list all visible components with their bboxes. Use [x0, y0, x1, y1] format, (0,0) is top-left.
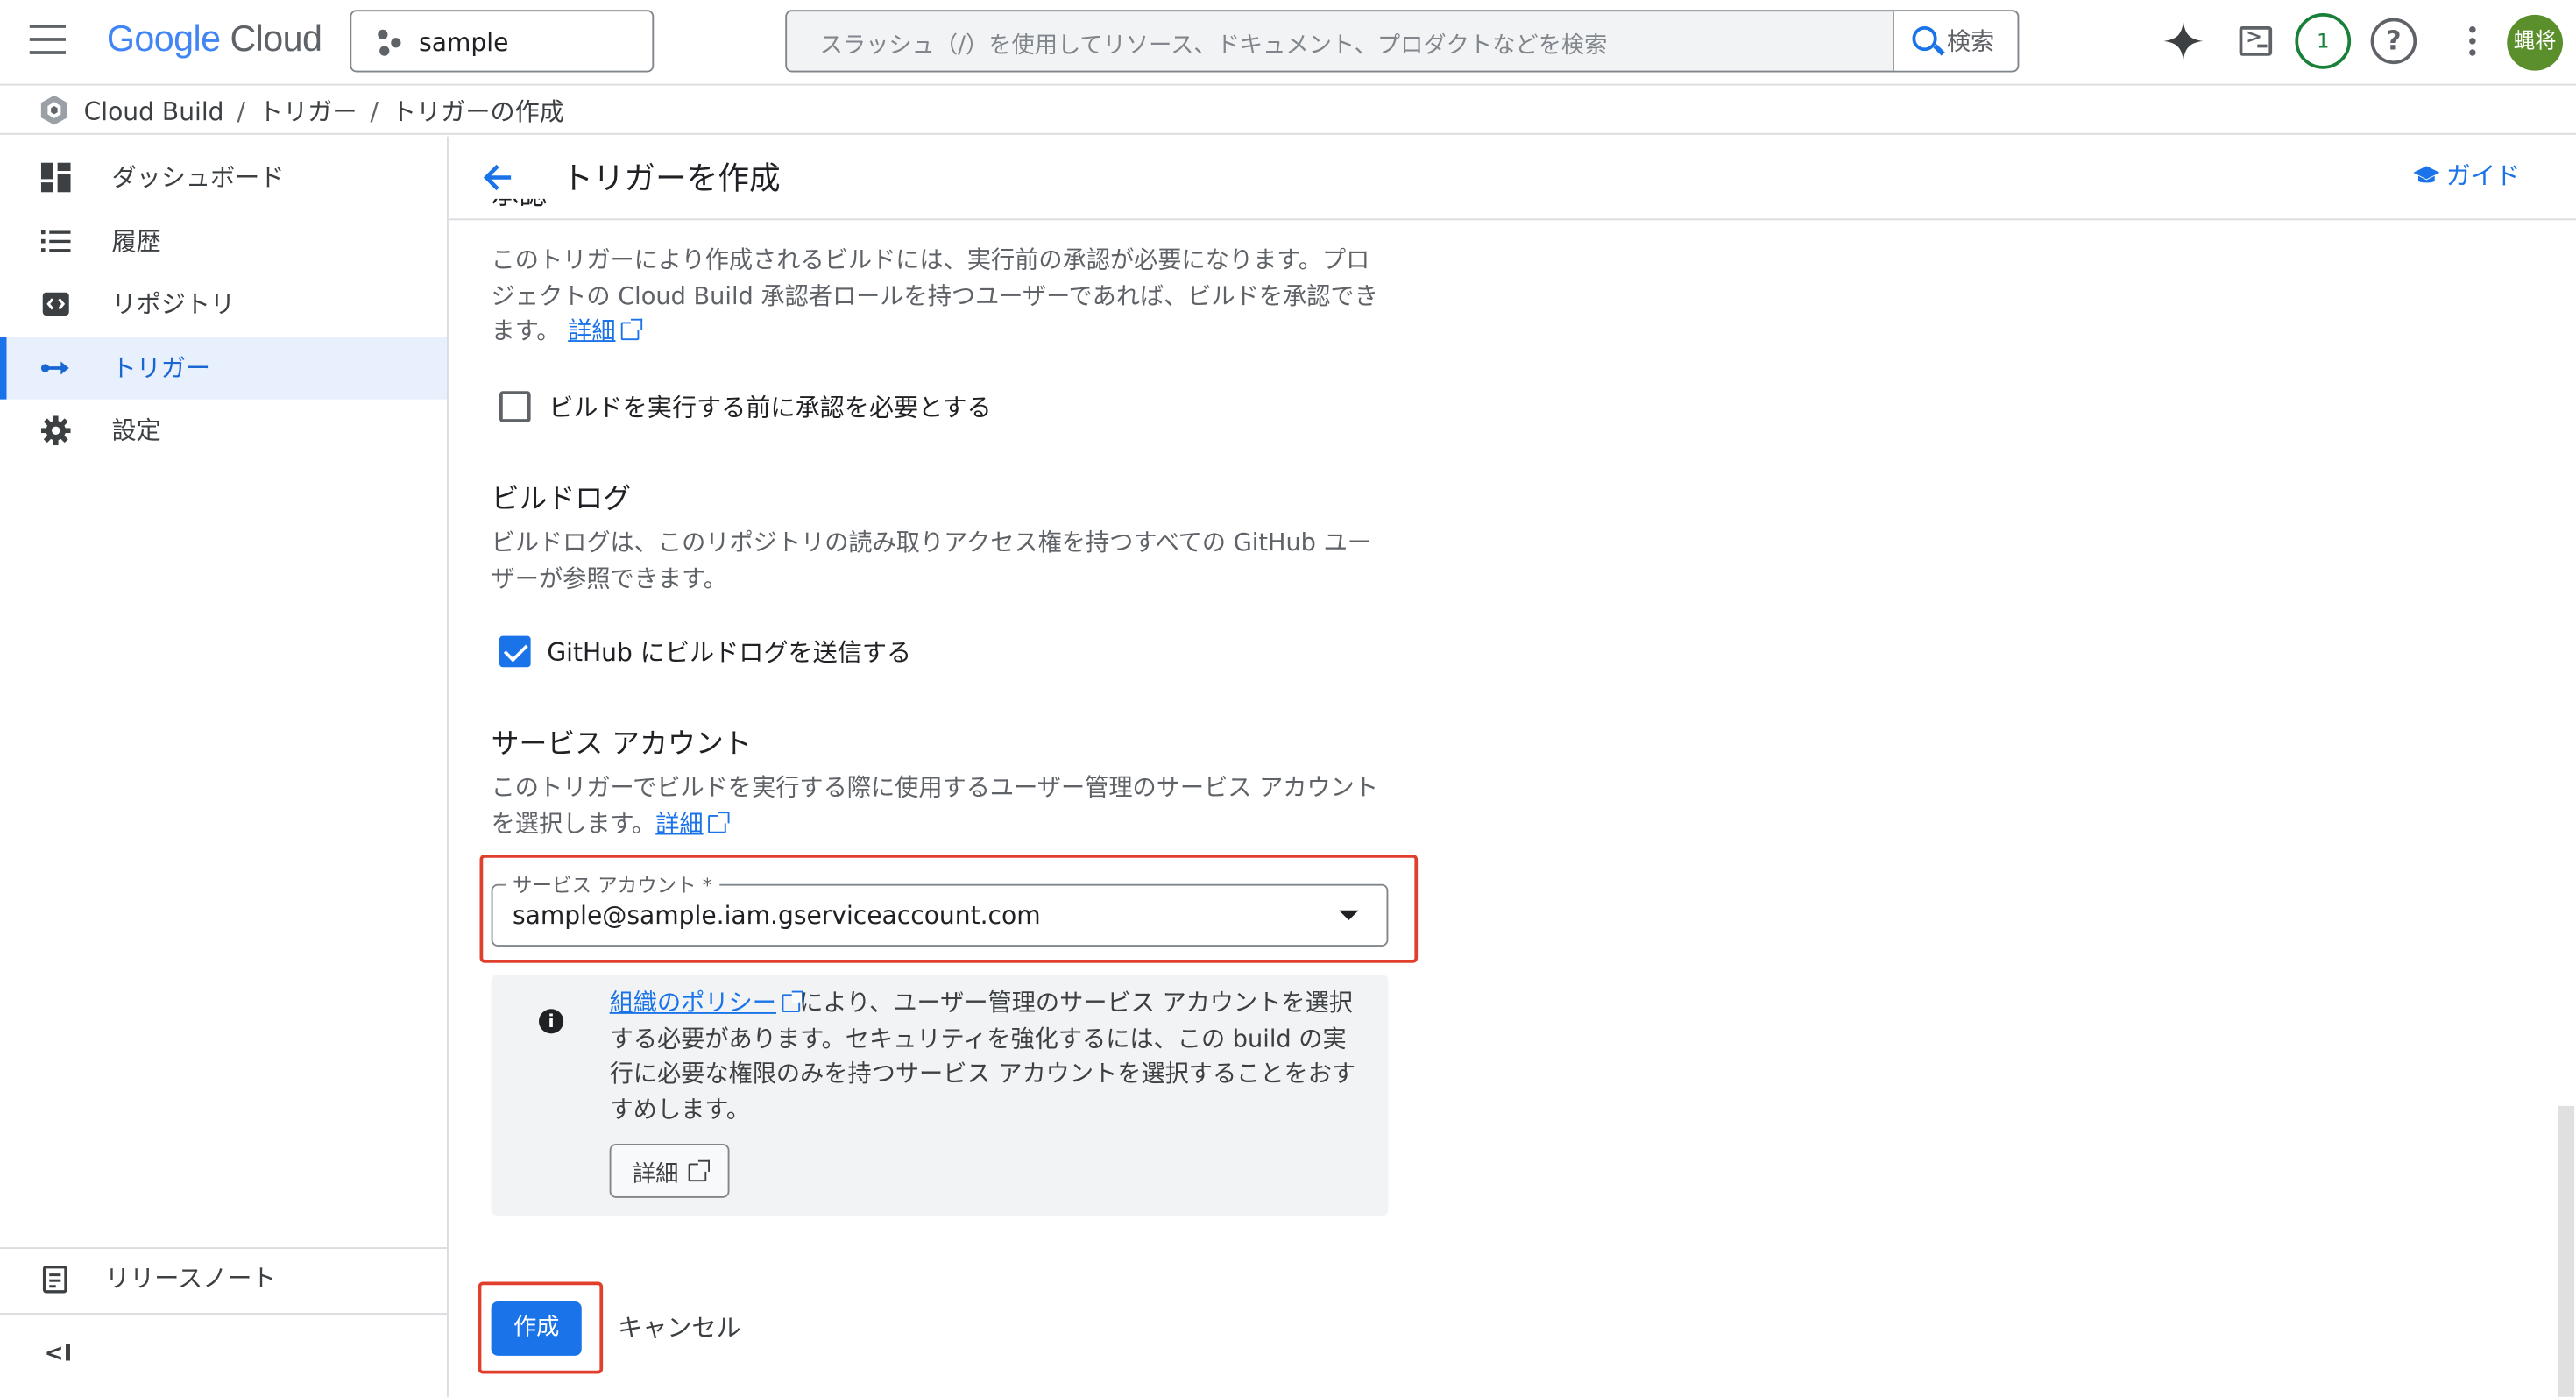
- approval-heading: 承認: [492, 199, 548, 222]
- logo-cloud-text: Cloud: [230, 18, 322, 60]
- service-account-description: このトリガーでビルドを実行する際に使用するユーザー管理のサービス アカウントを選…: [491, 776, 1379, 838]
- guide-label: ガイド: [2445, 160, 2521, 191]
- trigger-icon: [40, 353, 71, 383]
- help-icon[interactable]: ?: [2370, 18, 2417, 65]
- project-picker[interactable]: sample: [350, 10, 655, 73]
- build-log-checkbox[interactable]: [499, 635, 531, 668]
- sidebar-item-dashboard[interactable]: ダッシュボード: [0, 146, 447, 209]
- repository-icon: [41, 289, 71, 319]
- more-options-icon[interactable]: [2448, 17, 2497, 66]
- sidebar-item-label: 設定: [111, 415, 161, 446]
- top-bar: Google Cloud sample スラッシュ（/）を使用してリソース、ドキ…: [0, 0, 2576, 86]
- back-arrow-icon[interactable]: [480, 160, 516, 195]
- main-content: トリガーを作成 ガイド 承認 このトリガーにより作成されるビルドには、実行前の承…: [448, 137, 2576, 1397]
- dashboard-icon: [40, 162, 71, 193]
- list-icon: [40, 227, 71, 257]
- sidebar-item-release-notes[interactable]: リリースノート: [0, 1247, 447, 1309]
- search-button[interactable]: 検索: [1893, 11, 2018, 71]
- project-icon: [378, 29, 404, 56]
- guide-link[interactable]: ガイド: [2413, 158, 2520, 192]
- collapse-icon: <I: [44, 1341, 73, 1367]
- gear-icon: [40, 415, 71, 446]
- info-callout: i 組織のポリシー により、ユーザー管理のサービス アカウントを選択する必要があり…: [491, 974, 1389, 1216]
- external-link-icon: [708, 811, 730, 833]
- search-bar[interactable]: スラッシュ（/）を使用してリソース、ドキュメント、プロダクトなどを検索 検索: [785, 10, 2020, 73]
- page-header: トリガーを作成 ガイド: [448, 137, 2576, 221]
- breadcrumb-item-triggers[interactable]: トリガー: [258, 97, 357, 127]
- cancel-button[interactable]: キャンセル: [618, 1309, 741, 1344]
- search-icon: [1912, 26, 1937, 52]
- build-log-checkbox-label: GitHub にビルドログを送信する: [547, 637, 912, 668]
- external-link-icon: [781, 990, 803, 1012]
- page-title: トリガーを作成: [562, 160, 781, 197]
- google-cloud-logo[interactable]: Google Cloud: [107, 18, 322, 61]
- build-log-description: ビルドログは、このリポジトリの読み取りアクセス権を持つすべての GitHub ユ…: [491, 530, 1371, 592]
- approval-description: このトリガーにより作成されるビルドには、実行前の承認が必要になります。プロジェク…: [491, 248, 1378, 345]
- approval-checkbox-label: ビルドを実行する前に承認を必要とする: [548, 393, 992, 422]
- breadcrumb-item-create-trigger: トリガーの作成: [392, 96, 564, 127]
- info-details-button[interactable]: 詳細: [609, 1144, 730, 1198]
- build-log-heading: ビルドログ: [491, 483, 631, 516]
- sidebar-item-label: ダッシュボード: [111, 162, 285, 193]
- school-icon: [2413, 163, 2440, 183]
- sidebar-item-label: リポジトリ: [111, 289, 236, 319]
- approval-details-link[interactable]: 詳細: [568, 319, 615, 345]
- menu-icon[interactable]: [29, 25, 66, 58]
- external-link-icon: [620, 318, 642, 341]
- project-name: sample: [419, 27, 509, 58]
- service-account-select[interactable]: サービス アカウント * sample@sample.iam.gservicea…: [491, 870, 1389, 947]
- approval-checkbox[interactable]: [499, 391, 531, 422]
- service-account-field-label: サービス アカウント *: [506, 870, 719, 899]
- service-account-heading: サービス アカウント: [491, 727, 752, 762]
- sidebar-item-settings[interactable]: 設定: [0, 400, 447, 462]
- avatar[interactable]: 蝿将: [2507, 14, 2563, 71]
- sidebar-item-label: リリースノート: [105, 1263, 277, 1294]
- sidebar-item-history[interactable]: 履歴: [0, 210, 447, 273]
- service-account-details-link[interactable]: 詳細: [655, 811, 703, 837]
- sidebar-item-label: トリガー: [111, 353, 211, 383]
- scrollbar[interactable]: [2558, 1105, 2575, 1397]
- breadcrumb-separator: /: [370, 96, 379, 127]
- gemini-sparkle-icon[interactable]: [2159, 17, 2208, 66]
- external-link-icon: [688, 1159, 710, 1182]
- breadcrumb-separator: /: [237, 96, 246, 127]
- info-text: 組織のポリシー により、ユーザー管理のサービス アカウントを選択する必要があります…: [609, 990, 1356, 1124]
- service-account-value: sample@sample.iam.gserviceaccount.com: [513, 900, 1041, 931]
- notification-badge[interactable]: 1: [2295, 13, 2352, 69]
- info-icon: i: [539, 1009, 564, 1034]
- breadcrumb: Cloud Build / トリガー / トリガーの作成: [0, 86, 2576, 135]
- sidebar: ダッシュボード 履歴 リポジトリ トリガー 設定 リリースノート <I: [0, 136, 449, 1397]
- sidebar-item-label: 履歴: [111, 226, 161, 257]
- sidebar-item-repositories[interactable]: リポジトリ: [0, 273, 447, 335]
- cloud-shell-icon[interactable]: [2231, 17, 2280, 66]
- cloud-build-icon: [38, 94, 71, 127]
- dropdown-arrow-icon: [1339, 910, 1359, 920]
- sidebar-divider: [0, 1313, 447, 1315]
- breadcrumb-item-cloud-build[interactable]: Cloud Build: [84, 97, 224, 127]
- org-policy-link[interactable]: 組織のポリシー: [610, 991, 776, 1018]
- collapse-sidebar-button[interactable]: <I: [0, 1326, 447, 1388]
- search-input[interactable]: スラッシュ（/）を使用してリソース、ドキュメント、プロダクトなどを検索: [820, 28, 1608, 61]
- create-button[interactable]: 作成: [491, 1301, 582, 1356]
- release-notes-icon: [41, 1264, 71, 1294]
- info-details-label: 詳細: [632, 1161, 679, 1188]
- sidebar-item-triggers[interactable]: トリガー: [0, 337, 447, 400]
- logo-google-text: Google: [106, 18, 221, 60]
